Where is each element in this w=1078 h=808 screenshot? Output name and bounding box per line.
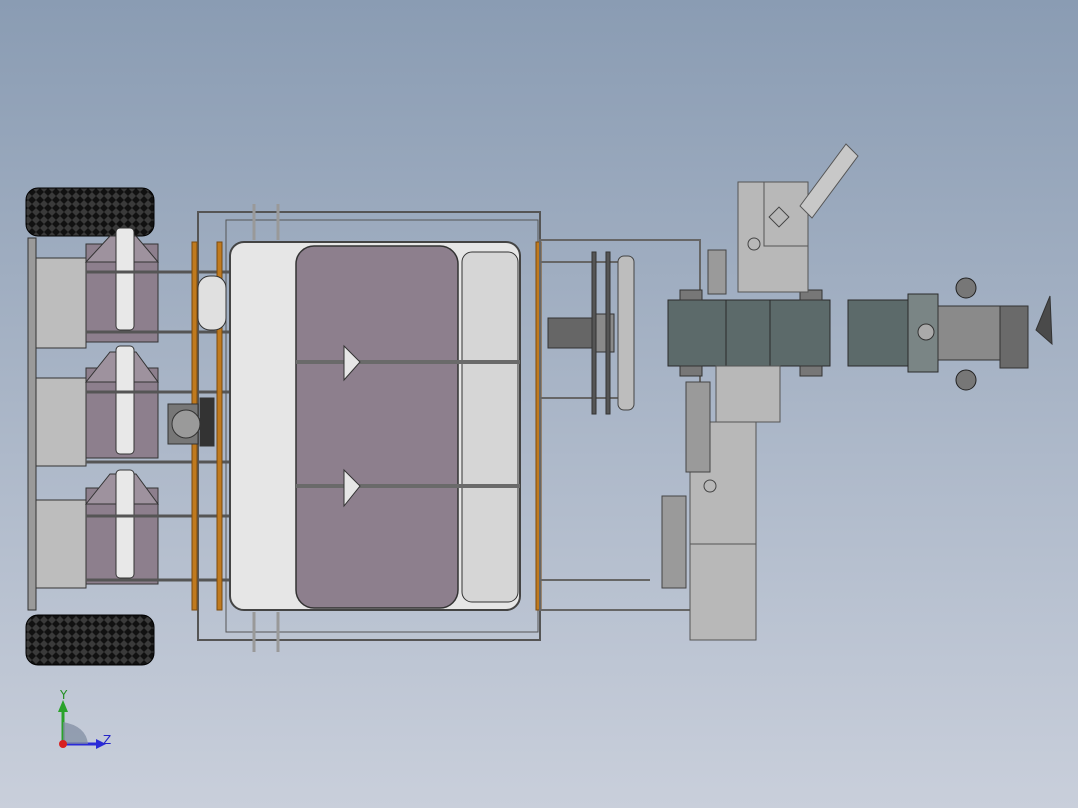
wheel-bottom[interactable] bbox=[25, 614, 155, 666]
wheel-top[interactable] bbox=[25, 187, 155, 237]
triad-label-z: Z bbox=[103, 733, 111, 747]
main-motor-block[interactable] bbox=[667, 289, 831, 377]
left-module-top[interactable] bbox=[84, 227, 160, 343]
gear-motor-cluster[interactable] bbox=[167, 397, 215, 447]
cad-viewport[interactable]: Y Z bbox=[0, 0, 1078, 808]
triad-origin-icon bbox=[59, 740, 67, 748]
triad-label-y: Y bbox=[59, 688, 68, 702]
central-body[interactable] bbox=[229, 241, 521, 611]
left-side-blocks bbox=[27, 237, 87, 611]
